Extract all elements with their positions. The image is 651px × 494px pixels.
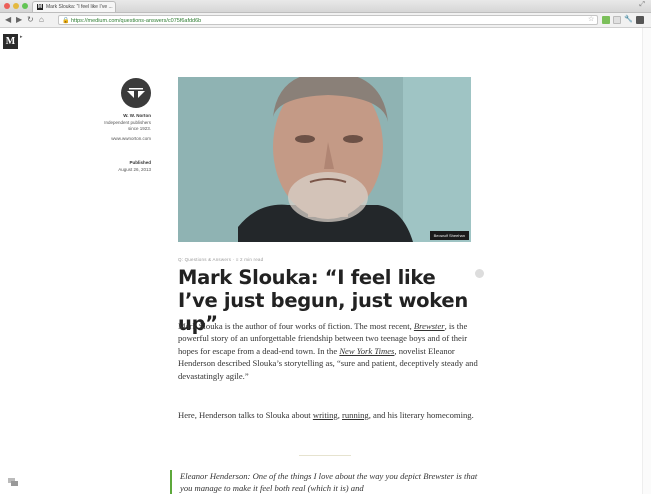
quote-speaker: Eleanor Henderson: [180, 471, 251, 481]
browser-toolbar: ◀ ▶ ↻ ⌂ 🔒 https://medium.com/questions-a… [0, 13, 651, 28]
text-span: , and his literary homecoming. [368, 410, 474, 420]
back-icon[interactable]: ◀ [5, 15, 11, 25]
home-icon[interactable]: ⌂ [39, 15, 44, 25]
url-text: https://medium.com/questions-answers/c07… [71, 18, 202, 24]
tab-title: Mark Slouka: “I feel like I’ve ... [46, 4, 113, 10]
menu-arrow-icon[interactable]: ▸ [20, 34, 23, 40]
published-label: Published [129, 160, 151, 165]
article-meta[interactable]: Q: Questions & Answers · ≡ 2 min read [178, 257, 263, 262]
running-link[interactable]: running [342, 410, 369, 420]
published-date: August 26, 2013 [118, 167, 151, 172]
norton-logo-icon [127, 88, 145, 98]
medium-logo[interactable]: M [3, 34, 18, 49]
window-controls[interactable] [4, 3, 28, 9]
minimize-window-button[interactable] [13, 3, 19, 9]
extension-icon[interactable] [636, 16, 644, 24]
article-blockquote: Eleanor Henderson: One of the things I l… [170, 470, 485, 494]
article-paragraph: Here, Henderson talks to Slouka about wr… [178, 409, 478, 421]
note-button[interactable] [475, 269, 484, 278]
browser-tab[interactable]: M Mark Slouka: “I feel like I’ve ... × [32, 1, 116, 12]
book-link[interactable]: Brewster [414, 321, 445, 331]
reload-icon[interactable]: ↻ [27, 15, 34, 25]
scrollbar[interactable] [642, 28, 651, 494]
article-paragraph: Mark Slouka is the author of four works … [178, 320, 478, 382]
forward-icon[interactable]: ▶ [16, 15, 22, 25]
nyt-link[interactable]: New York Times [339, 346, 394, 356]
image-caption: Beowulf Sheehan [429, 231, 469, 240]
medium-favicon-icon: M [37, 4, 43, 10]
writing-link[interactable]: writing [313, 410, 338, 420]
author-name[interactable]: W. W. Norton [61, 113, 151, 119]
wrench-icon[interactable]: 🔧 [624, 15, 633, 25]
close-window-button[interactable] [4, 3, 10, 9]
hero-image: Beowulf Sheehan [178, 77, 471, 242]
chat-icon[interactable] [8, 478, 18, 486]
lock-icon: 🔒 [62, 18, 70, 24]
fullscreen-icon[interactable]: ⤢ [639, 1, 645, 9]
address-bar[interactable]: 🔒 https://medium.com/questions-answers/c… [58, 15, 598, 25]
extension-icon[interactable] [613, 16, 621, 24]
author-portrait [178, 77, 471, 242]
author-bio: since 1923. [127, 126, 151, 131]
text-span: Mark Slouka is the author of four works … [178, 321, 414, 331]
text-span: Here, Henderson talks to Slouka about [178, 410, 313, 420]
section-divider [299, 455, 351, 456]
maximize-window-button[interactable] [22, 3, 28, 9]
author-website-link[interactable]: www.wwnorton.com [61, 136, 151, 142]
bookmark-star-icon[interactable]: ☆ [588, 15, 594, 25]
extension-icon[interactable] [602, 16, 610, 24]
author-avatar[interactable] [121, 78, 151, 108]
browser-tabstrip: M Mark Slouka: “I feel like I’ve ... × ⤢ [0, 0, 651, 13]
